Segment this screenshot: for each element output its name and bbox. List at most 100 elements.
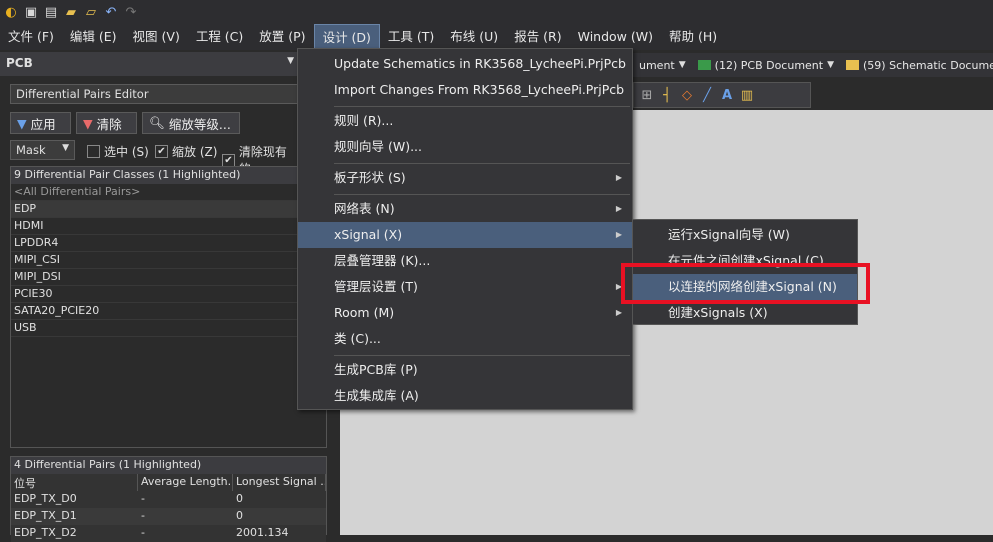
list-item[interactable]: MIPI_DSI bbox=[11, 269, 326, 286]
fill-icon[interactable]: ◇ bbox=[680, 88, 694, 103]
place-component-icon[interactable]: ┤ bbox=[660, 88, 674, 103]
menu-item-label: xSignal (X) bbox=[334, 227, 403, 242]
menu-item-update-schematics[interactable]: Update Schematics in RK3568_LycheePi.Prj… bbox=[298, 51, 632, 77]
menu-separator bbox=[334, 106, 630, 107]
menu-item-rules[interactable]: 规则 (R)... bbox=[298, 108, 632, 134]
apply-button-label: 应用 bbox=[30, 116, 56, 132]
table-row[interactable]: EDP_TX_D1 - 0 bbox=[11, 508, 326, 525]
column-designator[interactable]: 位号 bbox=[11, 474, 138, 491]
doc-tab-partial-label: ument bbox=[639, 58, 675, 72]
list-item[interactable]: HDMI bbox=[11, 218, 326, 235]
menu-reports[interactable]: 报告 (R) bbox=[506, 24, 569, 50]
menu-design[interactable]: 设计 (D) bbox=[313, 24, 380, 50]
list-item[interactable]: SATA20_PCIE20 bbox=[11, 303, 326, 320]
pair-avg: - bbox=[141, 526, 145, 539]
menu-item-label: Room (M) bbox=[334, 305, 395, 320]
table-header: 位号 Average Length... Longest Signal ... bbox=[11, 474, 326, 491]
pairs-header: 4 Differential Pairs (1 Highlighted) bbox=[11, 457, 326, 474]
menu-item-label: 板子形状 (S) bbox=[334, 170, 406, 185]
pair-classes-list: 9 Differential Pair Classes (1 Highlight… bbox=[10, 166, 327, 448]
doc-tab-sch[interactable]: (59) Schematic Document▼ bbox=[840, 59, 993, 72]
menu-help[interactable]: 帮助 (H) bbox=[661, 24, 725, 50]
redo-icon[interactable]: ↷ bbox=[124, 5, 138, 20]
submenu-arrow-icon: ▶ bbox=[615, 204, 622, 213]
menu-route[interactable]: 布线 (U) bbox=[442, 24, 506, 50]
panel-title: PCB ▼ bbox=[0, 52, 300, 76]
select-checkbox[interactable]: 选中 (S) bbox=[87, 143, 149, 160]
select-checkbox-label: 选中 (S) bbox=[104, 145, 149, 159]
menu-place[interactable]: 放置 (P) bbox=[251, 24, 313, 50]
doc-tab-sch-label: (59) Schematic Document bbox=[863, 58, 993, 72]
menu-project[interactable]: 工程 (C) bbox=[188, 24, 251, 50]
doc-tab-partial[interactable]: ument ▼ bbox=[633, 59, 692, 72]
pairs-table: 4 Differential Pairs (1 Highlighted) 位号 … bbox=[10, 456, 327, 542]
table-row[interactable]: EDP_TX_D2 - 2001.134 bbox=[11, 525, 326, 542]
menu-item-manage-layers[interactable]: 管理层设置 (T) ▶ bbox=[298, 274, 632, 300]
list-item[interactable]: MIPI_CSI bbox=[11, 252, 326, 269]
column-longest-signal[interactable]: Longest Signal ... bbox=[233, 474, 326, 491]
quick-access-toolbar: ◐ ▣ ▤ ▰ ▱ ↶ ↷ bbox=[0, 0, 993, 24]
clear-filter-icon: ▼ bbox=[83, 115, 93, 131]
menu-separator bbox=[334, 163, 630, 164]
design-menu: Update Schematics in RK3568_LycheePi.Prj… bbox=[297, 48, 633, 410]
chevron-down-icon: ▼ bbox=[62, 143, 69, 153]
menu-item-make-integrated-library[interactable]: 生成集成库 (A) bbox=[298, 383, 632, 409]
menu-item-room[interactable]: Room (M) ▶ bbox=[298, 300, 632, 326]
zoom-level-button[interactable]: 🔍︎ 缩放等级... bbox=[142, 112, 240, 134]
column-average-length[interactable]: Average Length... bbox=[138, 474, 233, 491]
schematic-doc-icon bbox=[846, 60, 860, 70]
menu-item-board-shape[interactable]: 板子形状 (S) ▶ bbox=[298, 165, 632, 191]
check-icon: ✔ bbox=[222, 153, 235, 167]
text-icon[interactable]: A bbox=[720, 88, 734, 103]
menu-file[interactable]: 文件 (F) bbox=[0, 24, 62, 50]
align-icon[interactable]: ⊞ bbox=[640, 88, 654, 103]
menu-item-make-pcb-library[interactable]: 生成PCB库 (P) bbox=[298, 357, 632, 383]
menu-tools[interactable]: 工具 (T) bbox=[380, 24, 442, 50]
pair-longest: 2001.134 bbox=[236, 526, 289, 539]
menu-separator bbox=[334, 355, 630, 356]
pcb-doc-icon bbox=[697, 60, 711, 70]
zoom-checkbox-label: 缩放 (Z) bbox=[172, 145, 218, 159]
table-row[interactable]: EDP_TX_D0 - 0 bbox=[11, 491, 326, 508]
clear-button-label: 清除 bbox=[96, 116, 122, 132]
pair-avg: - bbox=[141, 492, 145, 505]
zoom-checkbox[interactable]: ✔ 缩放 (Z) bbox=[155, 143, 217, 160]
line-icon[interactable]: ╱ bbox=[700, 88, 714, 103]
menu-item-netlist[interactable]: 网络表 (N) ▶ bbox=[298, 196, 632, 222]
menu-window[interactable]: Window (W) bbox=[570, 24, 661, 50]
app-logo-icon[interactable]: ◐ bbox=[4, 5, 18, 20]
pair-longest: 0 bbox=[236, 509, 243, 522]
component-icon[interactable]: ▥ bbox=[740, 88, 754, 103]
classes-header: 9 Differential Pair Classes (1 Highlight… bbox=[11, 167, 326, 184]
doc-tab-pcb[interactable]: (12) PCB Document ▼ bbox=[692, 59, 840, 72]
menu-item-xsignal[interactable]: xSignal (X) ▶ bbox=[298, 222, 632, 248]
list-item[interactable]: PCIE30 bbox=[11, 286, 326, 303]
menu-item-classes[interactable]: 类 (C)... bbox=[298, 326, 632, 352]
pair-avg: - bbox=[141, 509, 145, 522]
undo-icon[interactable]: ↶ bbox=[104, 5, 118, 20]
menu-edit[interactable]: 编辑 (E) bbox=[62, 24, 125, 50]
clear-button[interactable]: ▼ 清除 bbox=[76, 112, 137, 134]
submenu-arrow-icon: ▶ bbox=[615, 173, 622, 182]
list-item[interactable]: EDP bbox=[11, 201, 326, 218]
open-icon[interactable]: ▰ bbox=[64, 5, 78, 20]
menu-item-rule-wizard[interactable]: 规则向导 (W)... bbox=[298, 134, 632, 160]
menu-view[interactable]: 视图 (V) bbox=[125, 24, 188, 50]
list-item[interactable]: <All Differential Pairs> bbox=[11, 184, 326, 201]
menu-item-layer-stack[interactable]: 层叠管理器 (K)... bbox=[298, 248, 632, 274]
list-item[interactable]: LPDDR4 bbox=[11, 235, 326, 252]
apply-button[interactable]: ▼ 应用 bbox=[10, 112, 71, 134]
menu-item-import-changes[interactable]: Import Changes From RK3568_LycheePi.PrjP… bbox=[298, 77, 632, 103]
menu-item-label: 网络表 (N) bbox=[334, 201, 395, 216]
list-item[interactable]: USB bbox=[11, 320, 326, 337]
save-icon[interactable]: ▣ bbox=[24, 5, 38, 20]
open-project-icon[interactable]: ▱ bbox=[84, 5, 98, 20]
menu-item-run-xsignal-wizard[interactable]: 运行xSignal向导 (W) bbox=[633, 222, 857, 248]
chevron-down-icon: ▼ bbox=[678, 60, 686, 70]
save-all-icon[interactable]: ▤ bbox=[44, 5, 58, 20]
panel-mode-select[interactable]: Differential Pairs Editor bbox=[10, 84, 300, 104]
mask-dropdown[interactable]: Mask ▼ bbox=[10, 140, 75, 160]
submenu-arrow-icon: ▶ bbox=[615, 230, 622, 239]
chevron-down-icon[interactable]: ▼ bbox=[287, 56, 294, 72]
menu-separator bbox=[334, 194, 630, 195]
